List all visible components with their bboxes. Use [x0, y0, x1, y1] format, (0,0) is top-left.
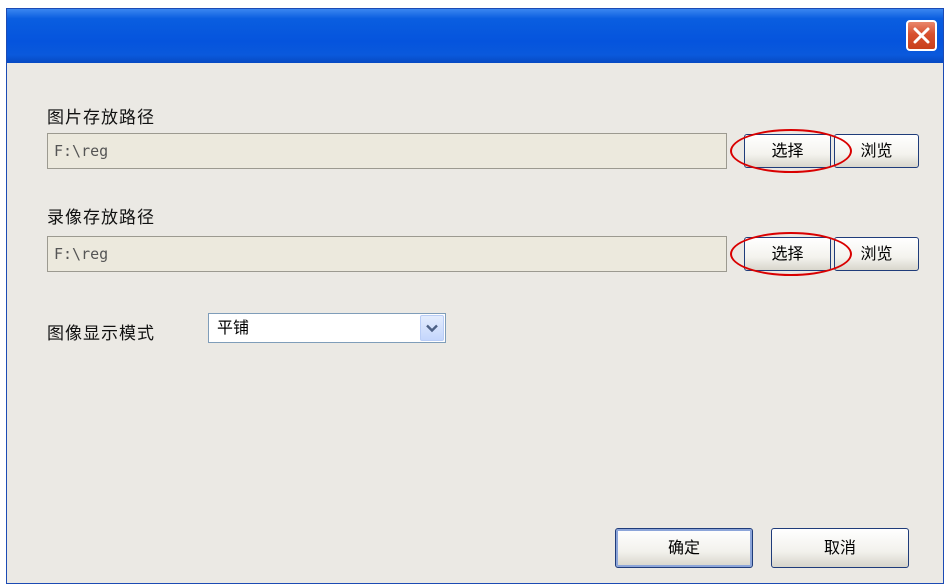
display-mode-select[interactable]: 平铺 — [208, 313, 446, 343]
dialog-body: 图片存放路径 F:\reg 选择 浏览 录像存放路径 F:\reg 选择 浏览 … — [7, 63, 943, 583]
display-mode-dropdown-button[interactable] — [420, 315, 444, 341]
close-button[interactable] — [906, 20, 937, 51]
video-path-label: 录像存放路径 — [47, 208, 155, 228]
display-mode-label: 图像显示模式 — [47, 324, 155, 344]
ok-button[interactable]: 确定 — [615, 528, 753, 568]
title-bar[interactable] — [7, 9, 943, 63]
image-path-browse-button[interactable]: 浏览 — [834, 134, 919, 168]
display-mode-value: 平铺 — [217, 318, 250, 337]
cancel-button[interactable]: 取消 — [771, 528, 909, 568]
image-path-field[interactable]: F:\reg — [47, 133, 727, 169]
image-path-select-button[interactable]: 选择 — [744, 134, 831, 168]
close-icon — [913, 27, 930, 44]
video-path-select-button[interactable]: 选择 — [744, 237, 831, 271]
video-path-browse-button[interactable]: 浏览 — [834, 237, 919, 271]
image-path-label: 图片存放路径 — [47, 108, 155, 128]
settings-dialog: 图片存放路径 F:\reg 选择 浏览 录像存放路径 F:\reg 选择 浏览 … — [6, 8, 944, 584]
chevron-down-icon — [426, 324, 438, 332]
video-path-field[interactable]: F:\reg — [47, 236, 727, 272]
